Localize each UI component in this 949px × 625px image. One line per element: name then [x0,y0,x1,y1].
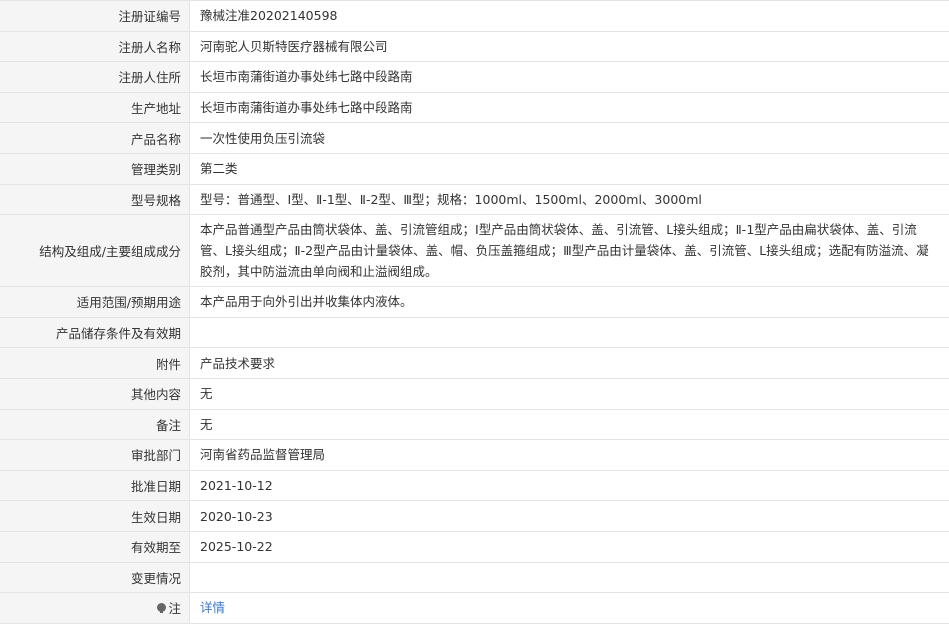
label-approval-department: 审批部门 [0,440,190,470]
label-expiry-date: 有效期至 [0,531,190,562]
row-remarks: 备注 无 [0,409,949,441]
label-attachment: 附件 [0,348,190,378]
value-approval-department: 河南省药品监督管理局 [200,447,326,463]
value-product-name: 一次性使用负压引流袋 [200,130,326,146]
value-expiry-date: 2025-10-22 [200,539,273,555]
row-structure-composition: 结构及组成/主要组成成分 本产品普通型产品由筒状袋体、盖、引流管组成；Ⅰ型产品由… [0,215,949,288]
value-other-content: 无 [200,386,213,402]
label-effective-date: 生效日期 [0,501,190,531]
row-registrant-address: 注册人住所 长垣市南蒲街道办事处纬七路中段路南 [0,62,949,93]
row-management-class: 管理类别 第二类 [0,153,949,185]
value-registrant-address: 长垣市南蒲街道办事处纬七路中段路南 [200,69,413,85]
label-production-address: 生产地址 [0,92,190,123]
row-effective-date: 生效日期 2020-10-23 [0,501,949,532]
row-registration-number: 注册证编号 豫械注准20202140598 [0,1,949,32]
registration-detail-table: 注册证编号 豫械注准20202140598 注册人名称 河南驼人贝斯特医疗器械有… [0,0,949,624]
value-intended-use: 本产品用于向外引出并收集体内液体。 [200,294,413,310]
row-product-name: 产品名称 一次性使用负压引流袋 [0,123,949,154]
label-storage-conditions: 产品储存条件及有效期 [0,317,190,348]
label-change-history: 变更情况 [0,562,190,593]
value-storage-conditions [190,318,949,348]
details-link[interactable]: 详情 [200,597,225,618]
label-structure-composition: 结构及组成/主要组成成分 [0,215,190,287]
value-approval-date: 2021-10-12 [200,478,273,494]
value-attachment: 产品技术要求 [200,355,276,371]
row-change-history: 变更情况 [0,562,949,594]
label-intended-use: 适用范围/预期用途 [0,287,190,317]
row-other-content: 其他内容 无 [0,378,949,410]
value-change-history [190,563,949,593]
label-registrant-name: 注册人名称 [0,31,190,62]
note-label-text: 注 [168,601,181,617]
label-registration-number: 注册证编号 [0,1,190,31]
value-structure-composition: 本产品普通型产品由筒状袋体、盖、引流管组成；Ⅰ型产品由筒状袋体、盖、引流管、L接… [200,222,929,280]
label-approval-date: 批准日期 [0,470,190,501]
label-management-class: 管理类别 [0,153,190,184]
row-approval-department: 审批部门 河南省药品监督管理局 [0,440,949,471]
label-note: 注 [0,593,190,623]
label-remarks: 备注 [0,409,190,440]
label-other-content: 其他内容 [0,378,190,409]
value-production-address: 长垣市南蒲街道办事处纬七路中段路南 [200,100,413,116]
value-management-class: 第二类 [200,161,238,177]
row-registrant-name: 注册人名称 河南驼人贝斯特医疗器械有限公司 [0,31,949,63]
label-product-name: 产品名称 [0,123,190,153]
value-effective-date: 2020-10-23 [200,508,273,524]
value-registrant-name: 河南驼人贝斯特医疗器械有限公司 [200,38,388,54]
info-bulb-icon [157,603,167,614]
row-approval-date: 批准日期 2021-10-12 [0,470,949,502]
row-storage-conditions: 产品储存条件及有效期 [0,317,949,349]
row-expiry-date: 有效期至 2025-10-22 [0,531,949,563]
row-note: 注 详情 [0,593,949,624]
value-model-spec: 型号：普通型、Ⅰ型、Ⅱ-1型、Ⅱ-2型、Ⅲ型；规格：1000ml、1500ml、… [200,191,702,207]
label-model-spec: 型号规格 [0,184,190,215]
label-registrant-address: 注册人住所 [0,62,190,92]
row-model-spec: 型号规格 型号：普通型、Ⅰ型、Ⅱ-1型、Ⅱ-2型、Ⅲ型；规格：1000ml、15… [0,184,949,216]
row-intended-use: 适用范围/预期用途 本产品用于向外引出并收集体内液体。 [0,287,949,318]
value-note: 详情 [190,593,949,623]
value-registration-number: 豫械注准20202140598 [200,8,338,24]
row-attachment: 附件 产品技术要求 [0,348,949,379]
row-production-address: 生产地址 长垣市南蒲街道办事处纬七路中段路南 [0,92,949,124]
value-remarks: 无 [200,416,213,432]
